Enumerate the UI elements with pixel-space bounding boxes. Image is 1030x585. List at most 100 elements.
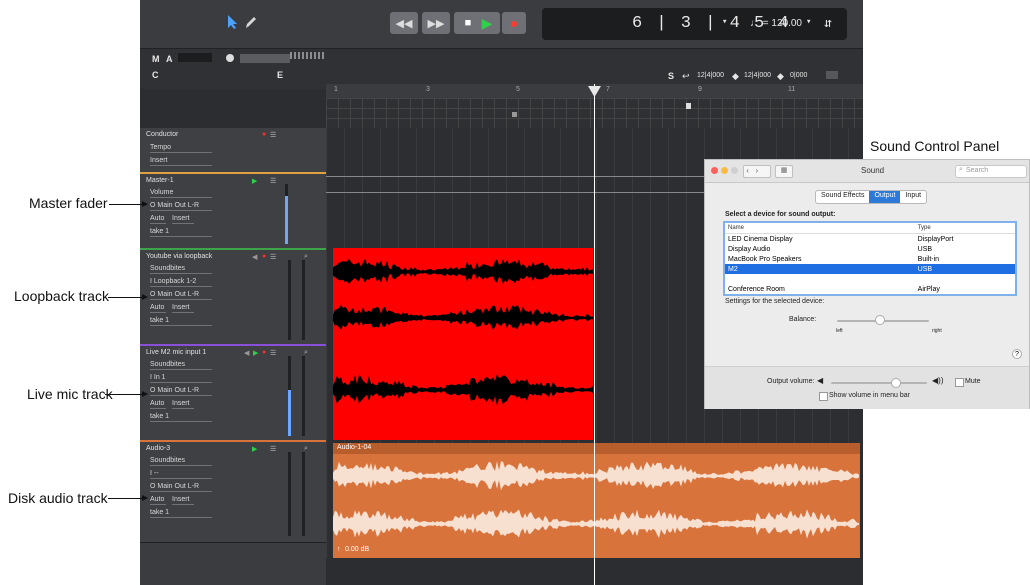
track-row[interactable]: Insert xyxy=(172,215,194,224)
disk-audio-region[interactable]: Audio-1-04 ↑ 0.00 dB xyxy=(333,443,860,558)
tab-output[interactable]: Output xyxy=(869,191,901,203)
menu-icon[interactable]: ☰ xyxy=(270,253,276,261)
record-arm-icon[interactable]: ● xyxy=(262,349,266,356)
minimize-button[interactable] xyxy=(721,167,728,174)
track-row[interactable]: I In 1 xyxy=(150,374,212,383)
track-list: Conductor Tempo Insert ● ☰ Master-1 Volu… xyxy=(140,128,326,585)
table-row-selected[interactable]: M2 USB xyxy=(724,264,1016,274)
close-button[interactable] xyxy=(711,167,718,174)
c-button[interactable]: C xyxy=(152,70,159,80)
record-arm-icon[interactable]: ● xyxy=(262,131,266,138)
table-row[interactable]: Display Audio USB xyxy=(724,244,1016,254)
region-gain[interactable]: 0.00 dB xyxy=(345,546,369,553)
volume-slider[interactable] xyxy=(831,378,927,388)
position-chevron-down-icon[interactable]: ▾ xyxy=(722,17,727,27)
track-row[interactable]: Insert xyxy=(172,496,194,505)
track-row[interactable]: Insert xyxy=(150,157,212,166)
play-icon[interactable]: ▶ xyxy=(252,445,257,453)
column-name[interactable]: Name xyxy=(724,222,915,234)
track-row[interactable]: Volume xyxy=(150,189,212,198)
e-button[interactable]: E xyxy=(277,70,283,80)
tab-sound-effects[interactable]: Sound Effects xyxy=(816,191,869,203)
track-row[interactable]: I Loopback 1-2 xyxy=(150,278,212,287)
help-button[interactable]: ? xyxy=(1012,349,1022,359)
track-row[interactable]: Auto xyxy=(150,304,166,313)
marker-flag[interactable] xyxy=(512,112,517,117)
menu-icon[interactable]: ☰ xyxy=(270,177,276,185)
loop-icon[interactable]: ↩ xyxy=(682,71,690,82)
device-name xyxy=(724,274,915,284)
loopback-audio-region[interactable] xyxy=(333,248,593,344)
search-input[interactable]: ⌕ Search xyxy=(955,165,1027,178)
show-volume-checkbox[interactable] xyxy=(819,392,828,401)
track-loopback[interactable]: Youtube via loopback Soundbites I Loopba… xyxy=(140,248,326,347)
menu-icon[interactable]: ☰ xyxy=(270,445,276,453)
a-button[interactable]: A xyxy=(166,54,173,64)
up-down-arrows-icon[interactable]: ⇵ xyxy=(824,16,832,31)
track-row[interactable]: Insert xyxy=(172,400,194,409)
track-row[interactable]: I -- xyxy=(150,470,212,479)
loop-end[interactable]: 12|4|000 xyxy=(744,72,771,79)
arrow-tool-icon[interactable] xyxy=(226,14,238,30)
annotation-sound-control-panel: Sound Control Panel xyxy=(870,138,1000,154)
table-row[interactable] xyxy=(724,274,1016,284)
speaker-icon[interactable]: ◀ xyxy=(244,349,249,357)
table-row[interactable]: MacBook Pro Speakers Built-in xyxy=(724,254,1016,264)
play-icon[interactable]: ▶ xyxy=(252,177,257,185)
position-display[interactable]: 6 | 3 | 4 5 4 ▾ ♩ = 120.00 ▾ ⇵ xyxy=(542,8,847,40)
rewind-button[interactable]: ◀◀ xyxy=(390,12,418,34)
s-button[interactable]: S xyxy=(668,71,674,81)
balance-slider-knob[interactable] xyxy=(875,315,885,325)
track-row[interactable]: O Main Out L-R xyxy=(150,387,212,396)
track-row[interactable]: Soundbites xyxy=(150,361,212,370)
playhead[interactable] xyxy=(594,84,595,585)
track-row[interactable]: take 1 xyxy=(150,413,212,422)
track-row[interactable]: take 1 xyxy=(150,509,212,518)
mute-checkbox[interactable] xyxy=(955,378,964,387)
play-icon[interactable]: ▶ xyxy=(253,349,258,357)
track-conductor[interactable]: Conductor Tempo Insert ● ☰ xyxy=(140,128,326,173)
track-master[interactable]: Master-1 Volume O Main Out L-R Auto Inse… xyxy=(140,172,326,251)
track-row[interactable]: Insert xyxy=(172,304,194,313)
track-disk-audio[interactable]: Audio-3 Soundbites I -- O Main Out L-R A… xyxy=(140,440,326,543)
level-field[interactable] xyxy=(178,53,212,62)
track-row[interactable]: O Main Out L-R xyxy=(150,483,212,492)
pencil-tool-icon[interactable] xyxy=(244,14,258,30)
track-row[interactable]: Soundbites xyxy=(150,265,212,274)
fast-forward-button[interactable]: ▶▶ xyxy=(422,12,450,34)
tab-input[interactable]: Input xyxy=(900,191,926,203)
zoom-button[interactable] xyxy=(731,167,738,174)
punch-value[interactable]: 0|000 xyxy=(790,72,807,79)
playhead-handle-icon[interactable] xyxy=(588,86,601,98)
m-button[interactable]: M xyxy=(152,54,160,64)
tempo-chevron-down-icon[interactable]: ▾ xyxy=(806,17,811,27)
track-row[interactable]: Soundbites xyxy=(150,457,212,466)
track-row[interactable]: O Main Out L-R xyxy=(150,291,212,300)
live-mic-audio-region[interactable] xyxy=(333,344,593,440)
track-row[interactable]: Auto xyxy=(150,400,166,409)
play-button[interactable]: ▶ xyxy=(474,12,500,34)
track-row[interactable]: Auto xyxy=(150,215,166,224)
track-row[interactable]: Auto xyxy=(150,496,166,505)
track-row[interactable]: take 1 xyxy=(150,228,212,237)
menu-icon[interactable]: ☰ xyxy=(270,131,276,139)
loop-start[interactable]: 12|4|000 xyxy=(697,72,724,79)
record-arm-icon[interactable]: ● xyxy=(262,253,266,260)
grid-icon[interactable]: ▦ xyxy=(775,165,793,178)
output-volume-label: Output volume: xyxy=(767,378,815,385)
speaker-icon[interactable]: ◀ xyxy=(252,253,257,261)
menu-icon[interactable]: ☰ xyxy=(270,349,276,357)
track-row[interactable]: Tempo xyxy=(150,144,212,153)
table-row[interactable]: LED Cinema Display DisplayPort xyxy=(724,234,1016,245)
punch-toggle[interactable] xyxy=(826,71,838,79)
column-type[interactable]: Type xyxy=(914,222,1016,234)
back-forward-buttons[interactable]: ‹ › xyxy=(743,165,771,178)
table-row[interactable]: Conference Room AirPlay xyxy=(724,284,1016,295)
tempo-readout[interactable]: ♩ = 120.00 xyxy=(750,18,802,29)
loop-marker[interactable] xyxy=(686,103,691,109)
fader-meter[interactable] xyxy=(285,184,288,244)
track-row[interactable]: O Main Out L-R xyxy=(150,202,212,211)
track-row[interactable]: take 1 xyxy=(150,317,212,326)
track-live-mic[interactable]: Live M2 mic input 1 Soundbites I In 1 O … xyxy=(140,344,326,443)
record-button[interactable]: ● xyxy=(502,12,526,34)
